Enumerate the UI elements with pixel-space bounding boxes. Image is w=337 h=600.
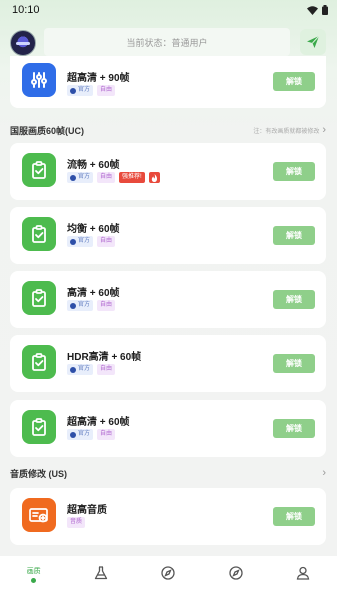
- nav-discover[interactable]: [216, 566, 256, 580]
- official-tag: 官方: [67, 429, 94, 440]
- free-tag: 自由: [97, 172, 116, 183]
- compass-icon: [161, 566, 176, 580]
- nav-explore[interactable]: [148, 566, 188, 580]
- send-icon: [307, 35, 320, 48]
- clipboard-check-icon: [22, 281, 56, 315]
- preset-title: 超高清 + 60帧: [67, 417, 130, 428]
- preset-tags: 官方 自由: [67, 300, 116, 311]
- official-tag: 官方: [67, 236, 94, 247]
- official-tag: 官方: [67, 364, 94, 375]
- unlock-button[interactable]: 解锁: [273, 162, 315, 181]
- recommend-tag: 强推荐!: [119, 172, 145, 183]
- preset-tags: 官方 自由: [67, 364, 116, 375]
- section-header-us: 音质修改 (US) ›: [10, 466, 326, 480]
- clipboard-check-icon: [22, 410, 56, 444]
- user-status-text: 当前状态：普通用户: [126, 37, 208, 48]
- globe-icon: [70, 238, 76, 245]
- preset-card-hdr-hd-60: HDR高清 + 60帧 官方 自由 解锁: [10, 335, 326, 392]
- section-note: 注：有改画质就都被修改: [253, 128, 320, 135]
- clock: 10:10: [12, 4, 40, 16]
- compass-icon: [229, 566, 243, 580]
- unlock-button[interactable]: 解锁: [273, 290, 315, 309]
- section-title: 国服画质60帧(UC): [10, 125, 85, 136]
- top-bar: 当前状态：普通用户: [0, 26, 337, 60]
- preset-tags: 官方 自由: [67, 85, 116, 96]
- section-header-uc: 国服画质60帧(UC) 注：有改画质就都被修改 ›: [10, 123, 326, 137]
- preset-card-balanced-60: 均衡 + 60帧 官方 自由 解锁: [10, 207, 326, 264]
- status-bar: 10:10: [0, 0, 337, 20]
- official-tag: 官方: [67, 172, 94, 183]
- status-icons: [307, 5, 328, 15]
- preset-tags: 官方 自由: [67, 236, 116, 247]
- unlock-button[interactable]: 解锁: [273, 354, 315, 373]
- official-tag-label: 官方: [78, 302, 91, 308]
- active-indicator: [31, 578, 37, 583]
- globe-icon: [70, 431, 76, 438]
- avatar[interactable]: [10, 30, 36, 56]
- preset-card-ultra-audio: 超高音质 音质 解锁: [10, 488, 326, 545]
- battery-icon: [322, 5, 328, 15]
- wifi-icon: [307, 5, 318, 15]
- official-tag: 官方: [67, 85, 94, 96]
- fire-icon: [148, 172, 160, 183]
- free-tag: 自由: [97, 429, 116, 440]
- preset-tags: 官方 自由: [67, 429, 116, 440]
- preset-tags: 音质: [67, 517, 86, 528]
- free-tag: 自由: [97, 85, 116, 96]
- section-expand[interactable]: ›: [322, 467, 326, 479]
- official-tag: 官方: [67, 300, 94, 311]
- unlock-button[interactable]: 解锁: [273, 419, 315, 438]
- official-tag-label: 官方: [78, 238, 91, 244]
- preset-card-smooth-60: 流畅 + 60帧 官方 自由 强推荐! 解锁: [10, 143, 326, 200]
- official-tag-label: 官方: [78, 174, 91, 180]
- globe-icon: [70, 366, 76, 373]
- nav-lab[interactable]: [81, 566, 121, 580]
- preset-title: 高清 + 60帧: [67, 288, 120, 299]
- preset-title: HDR高清 + 60帧: [67, 352, 142, 363]
- free-tag: 自由: [97, 236, 116, 247]
- preset-card-hd-60: 高清 + 60帧 官方 自由 解锁: [10, 271, 326, 328]
- preset-card-ultra-hd-60: 超高清 + 60帧 官方 自由 解锁: [10, 400, 326, 457]
- unlock-button[interactable]: 解锁: [273, 226, 315, 245]
- preset-title: 均衡 + 60帧: [67, 224, 120, 235]
- official-tag-label: 官方: [78, 431, 91, 437]
- preset-title: 流畅 + 60帧: [67, 160, 120, 171]
- unlock-button[interactable]: 解锁: [273, 507, 315, 526]
- free-tag: 自由: [97, 364, 116, 375]
- chevron-right-icon: ›: [322, 467, 326, 479]
- nav-home[interactable]: 画质: [14, 566, 54, 583]
- section-note-link[interactable]: 注：有改画质就都被修改 ›: [253, 124, 326, 136]
- globe-icon: [70, 174, 76, 181]
- flask-icon: [94, 566, 108, 580]
- preset-card-ultra-hd-90: 超高清 + 90帧 官方 自由 解锁: [10, 56, 326, 108]
- equalizer-icon: [22, 63, 56, 97]
- user-status-field: 当前状态：普通用户: [44, 28, 290, 56]
- user-icon: [297, 566, 310, 580]
- clipboard-check-icon: [22, 217, 56, 251]
- nav-profile[interactable]: [283, 566, 323, 580]
- globe-icon: [70, 87, 76, 94]
- audio-tag: 音质: [67, 517, 86, 528]
- audio-device-icon: [22, 498, 56, 532]
- clipboard-check-icon: [22, 153, 56, 187]
- clipboard-check-icon: [22, 345, 56, 379]
- official-tag-label: 官方: [78, 87, 91, 93]
- section-title: 音质修改 (US): [10, 468, 67, 479]
- free-tag: 自由: [97, 300, 116, 311]
- bottom-nav: 画质: [0, 556, 337, 600]
- preset-title: 超高音质: [67, 505, 107, 516]
- nav-home-label: 画质: [26, 568, 41, 575]
- globe-icon: [70, 302, 76, 309]
- official-tag-label: 官方: [78, 366, 91, 372]
- chevron-right-icon: ›: [322, 124, 326, 136]
- send-button[interactable]: [300, 29, 326, 55]
- unlock-button[interactable]: 解锁: [273, 72, 315, 91]
- preset-title: 超高清 + 90帧: [67, 73, 130, 84]
- preset-tags: 官方 自由 强推荐!: [67, 172, 160, 183]
